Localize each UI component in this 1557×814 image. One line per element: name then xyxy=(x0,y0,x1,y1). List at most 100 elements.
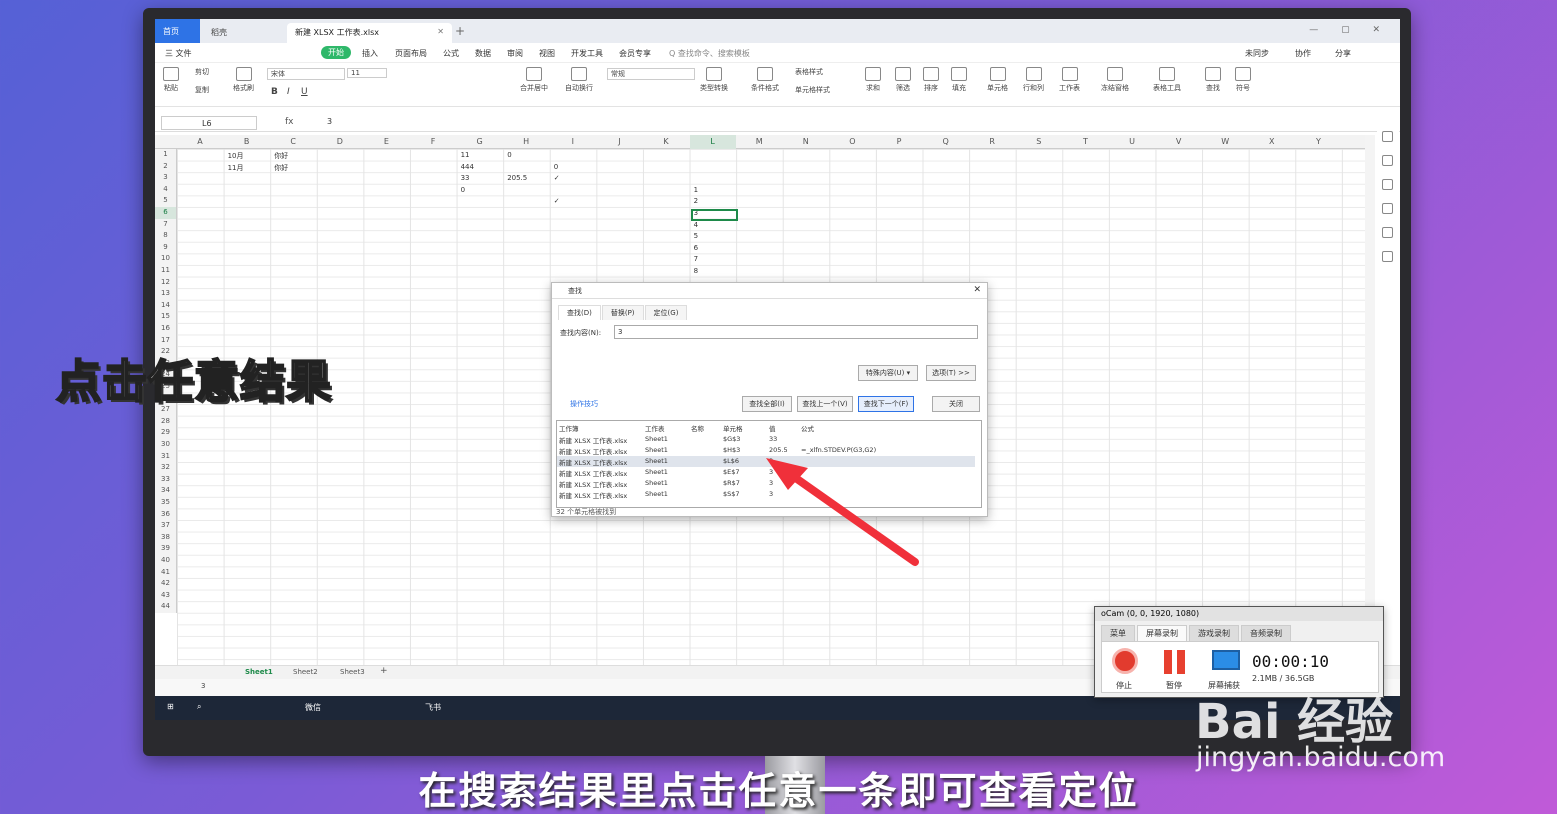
column-header-cell[interactable]: U xyxy=(1109,137,1155,146)
menu-home[interactable]: 开始 xyxy=(321,46,351,59)
underline-button[interactable]: U xyxy=(301,87,308,97)
add-sheet-button[interactable]: + xyxy=(380,666,388,676)
menu-page-layout[interactable]: 页面布局 xyxy=(395,48,427,59)
share-button[interactable]: 分享 xyxy=(1335,48,1351,59)
menu-file[interactable]: 三 文件 xyxy=(165,48,192,59)
type-convert-button[interactable]: 类型转换 xyxy=(700,67,728,93)
vertical-scrollbar[interactable] xyxy=(1365,135,1375,665)
column-header-cell[interactable]: W xyxy=(1202,137,1248,146)
grid-cell[interactable]: 0 xyxy=(461,186,465,194)
menu-insert[interactable]: 插入 xyxy=(362,48,378,59)
filter-button[interactable]: 筛选 xyxy=(895,67,911,93)
column-header-cell[interactable]: K xyxy=(643,137,689,146)
wrap-text-button[interactable]: 自动换行 xyxy=(565,67,593,93)
column-header-cell[interactable]: O xyxy=(829,137,875,146)
sum-button[interactable]: 求和 xyxy=(865,67,881,93)
find-prev-button[interactable]: 查找上一个(V) xyxy=(797,396,853,412)
pause-icon[interactable] xyxy=(1164,650,1186,674)
formula-input[interactable]: 3 xyxy=(327,117,332,126)
grid-cell[interactable]: ✓ xyxy=(554,197,560,205)
fx-icon[interactable]: fx xyxy=(285,117,294,127)
taskbar-feishu[interactable]: 飞书 xyxy=(425,702,441,713)
column-header-cell[interactable]: S xyxy=(1016,137,1062,146)
result-row[interactable]: 新建 XLSX 工作表.xlsx Sheet1 $S$7 3 xyxy=(557,489,975,500)
sheet-tab-2[interactable]: Sheet2 xyxy=(293,668,318,676)
command-search[interactable]: Q 查找命令、搜索模板 xyxy=(669,48,750,59)
ocam-tab-screen[interactable]: 屏幕录制 xyxy=(1137,625,1187,642)
grid-cell[interactable]: 10月 xyxy=(228,151,244,161)
tab-find[interactable]: 查找(D) xyxy=(558,305,601,320)
italic-button[interactable]: I xyxy=(287,87,290,97)
sheet-tab-3[interactable]: Sheet3 xyxy=(340,668,365,676)
table-style-button[interactable]: 表格样式 xyxy=(795,67,823,77)
paste-button[interactable]: 粘贴 xyxy=(163,67,179,93)
column-header-cell[interactable]: L xyxy=(689,135,736,149)
menu-formula[interactable]: 公式 xyxy=(443,48,459,59)
table-tools-button[interactable]: 表格工具 xyxy=(1153,67,1181,93)
backup-icon[interactable] xyxy=(1382,203,1393,214)
row-col-button[interactable]: 行和列 xyxy=(1023,67,1044,93)
column-header-cell[interactable]: Y xyxy=(1295,137,1341,146)
grid-cell[interactable]: 4 xyxy=(694,221,698,229)
ocam-tab-audio[interactable]: 音频录制 xyxy=(1241,625,1291,642)
font-size-select[interactable]: 11 xyxy=(347,68,387,78)
stop-icon[interactable] xyxy=(1112,648,1138,674)
row-header-cell[interactable]: 33 xyxy=(155,473,177,486)
close-icon[interactable]: ✕ xyxy=(437,27,444,36)
grid-cell[interactable]: 你好 xyxy=(274,163,288,173)
row-header-cell[interactable]: 43 xyxy=(155,589,177,602)
menu-developer[interactable]: 开发工具 xyxy=(571,48,603,59)
row-header-cell[interactable]: 15 xyxy=(155,311,177,323)
grid-cell[interactable]: 11月 xyxy=(228,163,244,173)
row-header-cell[interactable]: 1 xyxy=(155,149,177,161)
results-list[interactable]: 工作簿 工作表 名称 单元格 值 公式 新建 XLSX 工作表.xlsx Sheet1 $G$3… xyxy=(556,420,982,508)
style-icon[interactable] xyxy=(1382,155,1393,166)
result-row[interactable]: 新建 XLSX 工作表.xlsx Sheet1 $E$7 3 xyxy=(557,467,975,478)
row-header-cell[interactable]: 14 xyxy=(155,299,177,312)
book-icon[interactable] xyxy=(1382,251,1393,262)
row-header-cell[interactable]: 4 xyxy=(155,183,177,196)
row-header-cell[interactable]: 30 xyxy=(155,439,177,451)
column-header-cell[interactable]: G xyxy=(457,137,503,146)
menu-review[interactable]: 审阅 xyxy=(507,48,523,59)
row-header-cell[interactable]: 13 xyxy=(155,288,177,300)
select-icon[interactable] xyxy=(1382,131,1393,142)
column-header-cell[interactable]: R xyxy=(969,137,1015,146)
row-header-cell[interactable]: 7 xyxy=(155,218,177,231)
menu-member[interactable]: 会员专享 xyxy=(619,48,651,59)
result-row[interactable]: 新建 XLSX 工作表.xlsx Sheet1 $L$6 3 xyxy=(557,456,975,467)
row-header-cell[interactable]: 32 xyxy=(155,462,177,474)
location-icon[interactable] xyxy=(1382,227,1393,238)
column-header-cell[interactable]: V xyxy=(1156,137,1202,146)
column-header-cell[interactable]: P xyxy=(876,137,922,146)
freeze-panes-button[interactable]: 冻结窗格 xyxy=(1101,67,1129,93)
window-controls[interactable]: — ▢ ✕ xyxy=(1309,25,1390,35)
search-icon[interactable]: ⌕ xyxy=(197,702,201,712)
sync-status[interactable]: 未同步 xyxy=(1245,48,1269,59)
grid-cell[interactable]: 6 xyxy=(694,244,698,252)
worksheet-button[interactable]: 工作表 xyxy=(1059,67,1080,93)
menu-data[interactable]: 数据 xyxy=(475,48,491,59)
column-header-cell[interactable]: Q xyxy=(923,137,969,146)
name-box[interactable]: L6 xyxy=(161,116,257,130)
special-content-button[interactable]: 特殊内容(U) ▾ xyxy=(858,365,918,381)
font-family-select[interactable]: 宋体 xyxy=(267,68,345,80)
grid-cell[interactable]: 7 xyxy=(694,255,698,263)
tab-docer[interactable]: 稻壳 xyxy=(203,23,283,43)
selected-cell[interactable] xyxy=(691,209,738,221)
row-header-cell[interactable]: 44 xyxy=(155,601,177,613)
grid-cell[interactable]: 11 xyxy=(461,151,470,159)
copy-button[interactable]: 复制 xyxy=(195,85,209,95)
grid-cell[interactable]: 0 xyxy=(554,163,558,171)
column-header-cell[interactable]: M xyxy=(736,137,782,146)
column-header-cell[interactable]: N xyxy=(783,137,829,146)
find-button[interactable]: 查找 xyxy=(1205,67,1221,93)
row-header-cell[interactable]: 8 xyxy=(155,230,177,242)
grid-cell[interactable]: 0 xyxy=(507,151,511,159)
result-row[interactable]: 新建 XLSX 工作表.xlsx Sheet1 $H$3 205.5 =_xlfn.ST… xyxy=(557,445,975,456)
close-button[interactable]: 关闭 xyxy=(932,396,980,412)
row-header-cell[interactable]: 36 xyxy=(155,508,177,521)
grid-cell[interactable]: 你好 xyxy=(274,151,288,161)
grid-cell[interactable]: 2 xyxy=(694,197,698,205)
result-row[interactable]: 新建 XLSX 工作表.xlsx Sheet1 $R$7 3 xyxy=(557,478,975,489)
